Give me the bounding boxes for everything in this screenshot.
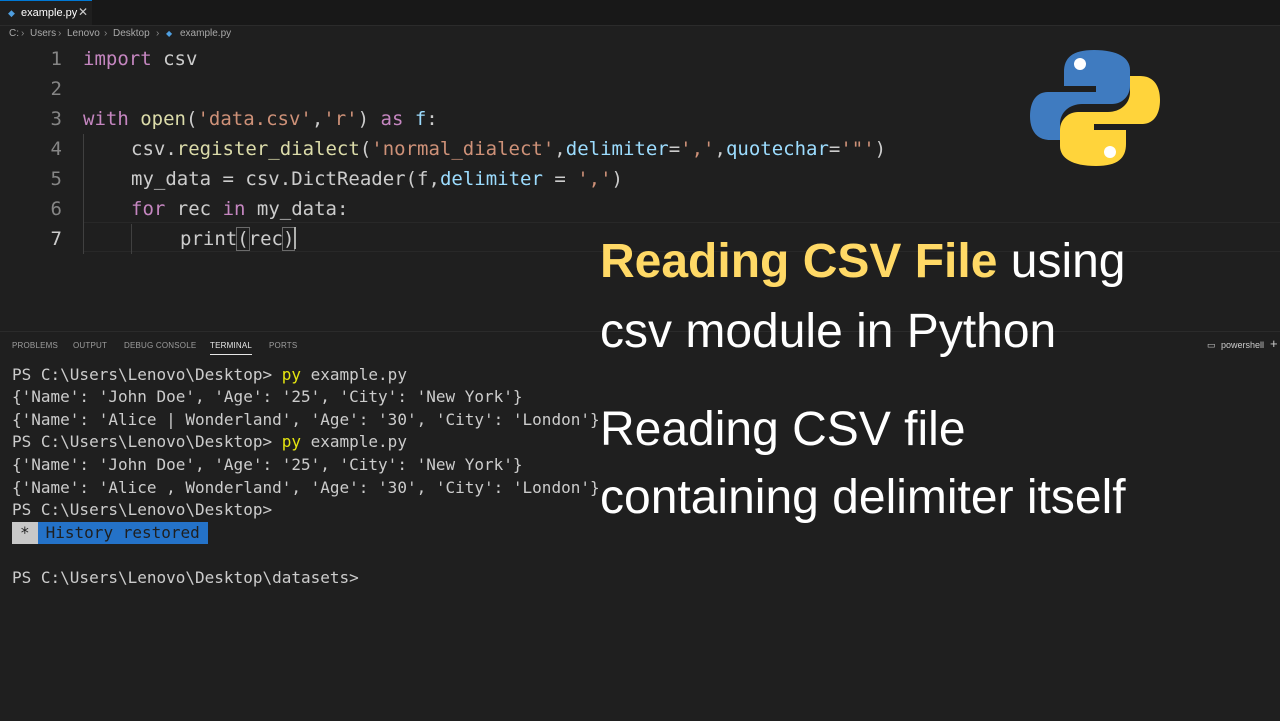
chevron-right-icon: ›	[156, 28, 160, 39]
breadcrumb-desktop[interactable]: Desktop	[113, 26, 150, 42]
tab-label: example.py	[21, 7, 78, 19]
overlay-subtitle-line2: containing delimiter itself	[600, 471, 1126, 524]
python-file-icon: ◆	[166, 29, 173, 38]
tab-debug-console[interactable]: DEBUG CONSOLE	[124, 341, 196, 350]
code-line: 2	[0, 74, 1000, 104]
line-number: 5	[50, 168, 62, 190]
terminal-line: PS C:\Users\Lenovo\Desktop> py example.p…	[12, 365, 407, 384]
breadcrumb-drive[interactable]: C:	[9, 26, 19, 42]
terminal-line: {'Name': 'Alice | Wonderland', 'Age': '3…	[12, 410, 600, 429]
text-cursor	[294, 227, 297, 249]
editor-tab-bar: ◆ example.py ✕	[0, 0, 1280, 26]
breadcrumb-file[interactable]: example.py	[180, 26, 231, 42]
breadcrumb-users[interactable]: Users	[30, 26, 56, 42]
close-icon[interactable]: ✕	[78, 5, 88, 19]
line-number: 1	[50, 48, 62, 70]
line-number: 6	[50, 198, 62, 220]
terminal-line: PS C:\Users\Lenovo\Desktop> py example.p…	[12, 432, 407, 451]
code-line: 4 csv.register_dialect('normal_dialect',…	[0, 134, 1000, 164]
code-line: 5 my_data = csv.DictReader(f,delimiter =…	[0, 164, 1000, 194]
chevron-right-icon: ›	[58, 28, 62, 39]
code-line: 1 import csv	[0, 44, 1000, 74]
overlay-title-line1: Reading CSV File using	[600, 235, 1126, 288]
tab-ports[interactable]: PORTS	[269, 341, 297, 350]
shell-selector[interactable]: powershell	[1221, 340, 1264, 350]
add-terminal-icon[interactable]: +	[1270, 336, 1278, 351]
terminal-prompt[interactable]: PS C:\Users\Lenovo\Desktop\datasets>	[12, 567, 359, 589]
history-restored-badge: * History restored	[12, 522, 208, 544]
breadcrumb: C: › Users › Lenovo › Desktop › ◆ exampl…	[0, 26, 1280, 42]
line-number: 4	[50, 138, 62, 160]
overlay-title-line2: csv module in Python	[600, 305, 1057, 358]
line-number: 2	[50, 78, 62, 100]
code-line: 3 with open('data.csv','r') as f:	[0, 104, 1000, 134]
terminal-line: {'Name': 'John Doe', 'Age': '25', 'City'…	[12, 387, 523, 406]
terminal-line: {'Name': 'John Doe', 'Age': '25', 'City'…	[12, 455, 523, 474]
breadcrumb-lenovo[interactable]: Lenovo	[67, 26, 100, 42]
code-line: 6 for rec in my_data:	[0, 194, 1000, 224]
overlay-subtitle-line1: Reading CSV file	[600, 403, 966, 456]
tab-terminal[interactable]: TERMINAL	[210, 341, 253, 355]
line-number: 3	[50, 108, 62, 130]
chevron-right-icon: ›	[21, 28, 25, 39]
terminal-line: {'Name': 'Alice , Wonderland', 'Age': '3…	[12, 478, 600, 497]
bottom-panel: PROBLEMS OUTPUT DEBUG CONSOLE TERMINAL P…	[0, 331, 1280, 721]
python-logo	[1030, 50, 1160, 166]
tab-example-py[interactable]: ◆ example.py ✕	[0, 0, 92, 25]
terminal-icon: ▭	[1207, 340, 1216, 350]
chevron-right-icon: ›	[104, 28, 108, 39]
python-file-icon: ◆	[8, 8, 15, 18]
tab-output[interactable]: OUTPUT	[73, 341, 107, 350]
line-number: 7	[50, 228, 62, 250]
terminal-line: PS C:\Users\Lenovo\Desktop>	[12, 500, 273, 519]
tab-problems[interactable]: PROBLEMS	[12, 341, 58, 350]
